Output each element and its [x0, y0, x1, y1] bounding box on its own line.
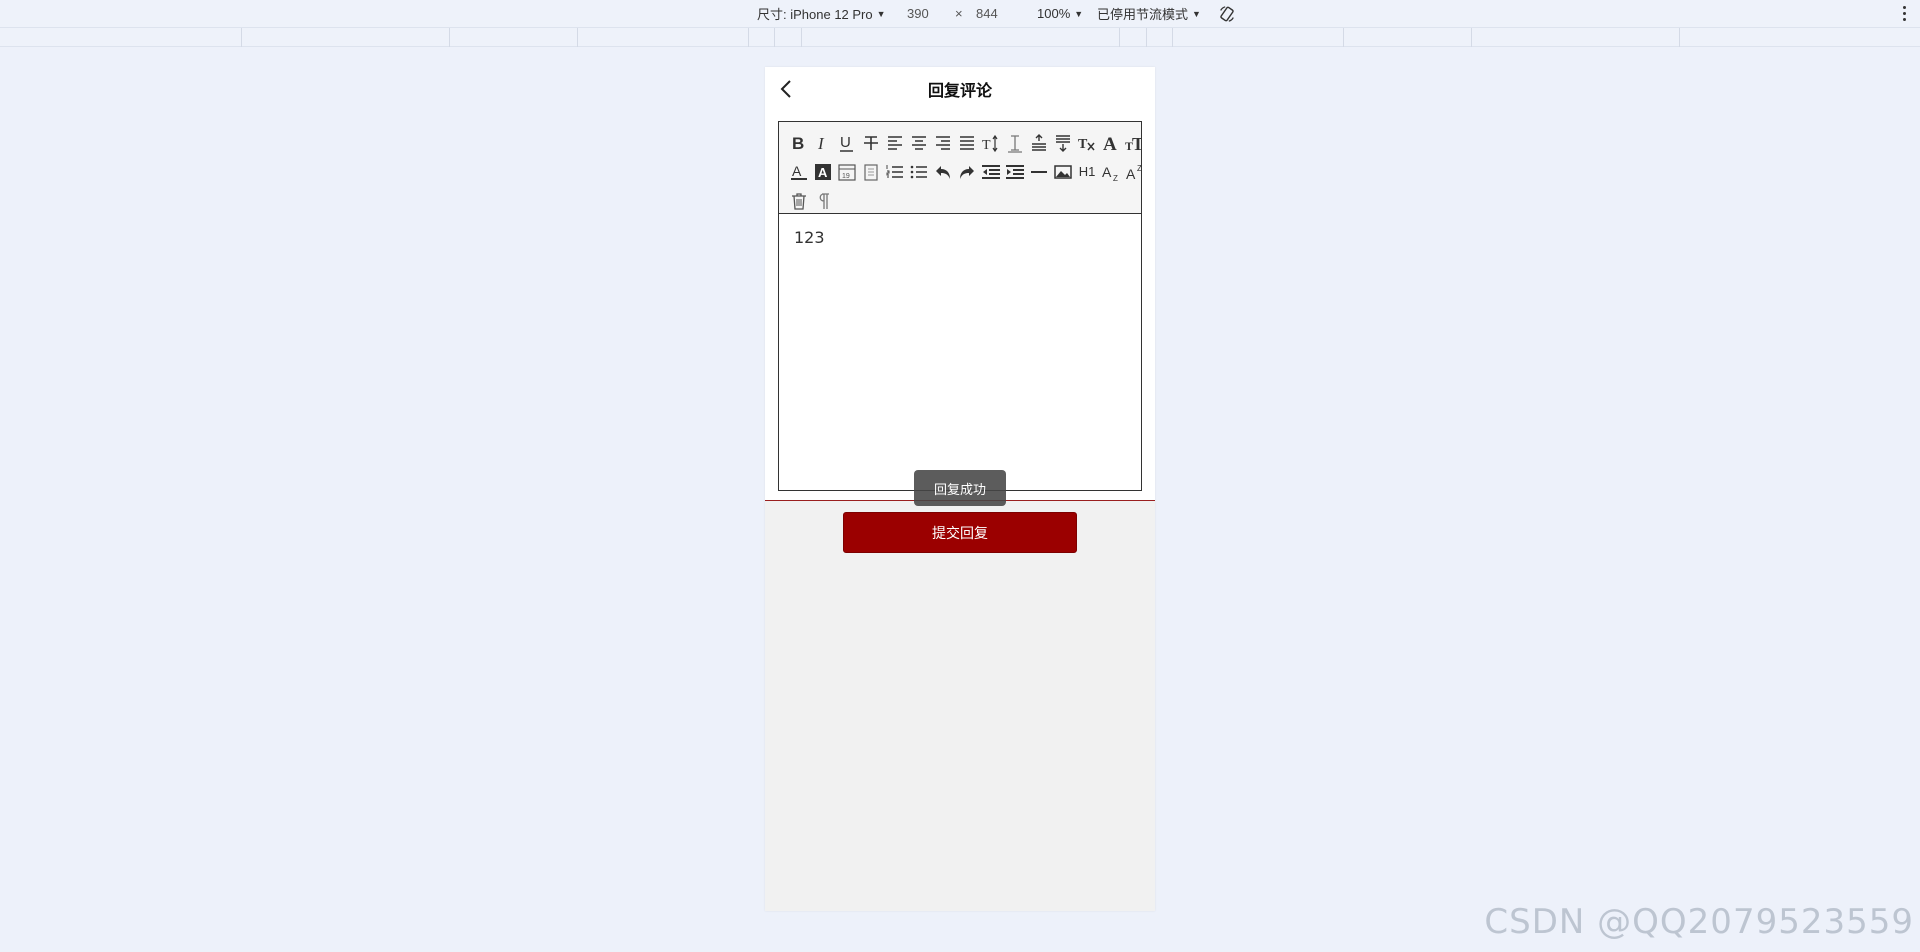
svg-text:T: T [1078, 137, 1088, 152]
rich-text-editor: B I U T T A TT A [778, 121, 1142, 491]
strikethrough-icon[interactable] [859, 131, 883, 155]
date-icon[interactable]: 19 [835, 160, 859, 184]
toolbar-row: A A 19 H1 AZ AZ [787, 157, 1141, 186]
page-title: 回复评论 [927, 83, 992, 100]
h1-icon[interactable]: H1 [1075, 160, 1099, 184]
zoom-select[interactable]: 100% ▼ [1037, 0, 1083, 27]
align-right-icon[interactable] [931, 131, 955, 155]
clear-format-icon[interactable]: T [1075, 131, 1099, 155]
background-color-icon[interactable]: A [811, 160, 835, 184]
paragraph-spacing-after-icon[interactable] [1051, 131, 1075, 155]
undo-icon[interactable] [931, 160, 955, 184]
paragraph-mark-icon[interactable] [811, 189, 835, 213]
more-options-icon[interactable] [1902, 4, 1906, 22]
height-input[interactable]: 844 [976, 0, 998, 27]
paragraph-spacing-before-icon[interactable] [1027, 131, 1051, 155]
font-size-icon[interactable]: T [979, 131, 1003, 155]
watermark: CSDN @QQ2079523559 [1484, 902, 1914, 942]
svg-text:I: I [817, 134, 825, 153]
success-toast: 回复成功 [914, 470, 1006, 506]
svg-text:A: A [792, 163, 802, 179]
delete-icon[interactable] [787, 189, 811, 213]
svg-text:B: B [792, 134, 804, 153]
toolbar-row: B I U T T A TT [787, 128, 1141, 157]
redo-icon[interactable] [955, 160, 979, 184]
chevron-down-icon: ▼ [876, 8, 886, 19]
devtools-device-toolbar: 尺寸: iPhone 12 Pro ▼ 390 × 844 100% ▼ 已停用… [0, 0, 1920, 27]
zoom-label: 100% [1037, 6, 1071, 21]
svg-text:Z: Z [1137, 164, 1141, 173]
underline-icon[interactable]: U [835, 131, 859, 155]
line-height-icon[interactable] [1003, 131, 1027, 155]
superscript-icon[interactable]: AZ [1123, 160, 1141, 184]
svg-text:19: 19 [842, 173, 850, 180]
text-size-icon[interactable]: TT [1123, 131, 1141, 155]
svg-text:Z: Z [1113, 174, 1118, 182]
align-left-icon[interactable] [883, 131, 907, 155]
svg-text:U: U [840, 134, 851, 151]
width-input[interactable]: 390 [907, 0, 929, 27]
svg-text:T: T [1132, 134, 1141, 153]
subscript-icon[interactable]: AZ [1099, 160, 1123, 184]
font-family-icon[interactable]: A [1099, 131, 1123, 155]
submit-area: 提交回复 [765, 501, 1155, 563]
phone-viewport: 回复评论 B I U T T A T A A 19 H1 A Z A 123 提… [765, 67, 1155, 911]
editor-toolbar: B I U T T A TT A [779, 122, 1141, 214]
indent-icon[interactable] [1003, 160, 1027, 184]
device-label: 尺寸: iPhone 12 Pro [757, 7, 873, 22]
throttle-label: 已停用节流模式 [1097, 7, 1189, 22]
toolbar-row [787, 186, 1141, 213]
font-color-icon[interactable]: A [787, 160, 811, 184]
h1-label: H1 [1078, 164, 1096, 179]
svg-text:A: A [1103, 134, 1117, 153]
image-icon[interactable] [1051, 160, 1075, 184]
back-icon[interactable] [775, 77, 799, 101]
horizontal-rule-icon[interactable] [1027, 160, 1051, 184]
svg-text:T: T [982, 138, 991, 153]
device-select[interactable]: 尺寸: iPhone 12 Pro ▼ [757, 0, 886, 27]
media-query-ruler [0, 27, 1920, 47]
outdent-icon[interactable] [979, 160, 1003, 184]
nav-bar: 回复评论 [765, 67, 1155, 111]
bold-icon[interactable]: B [787, 131, 811, 155]
svg-text:A: A [1102, 164, 1112, 180]
chevron-down-icon: ▼ [1192, 8, 1201, 19]
ordered-list-icon[interactable] [883, 160, 907, 184]
clipboard-icon[interactable] [859, 160, 883, 184]
unordered-list-icon[interactable] [907, 160, 931, 184]
editor-content[interactable]: 123 [779, 214, 1141, 261]
submit-reply-button[interactable]: 提交回复 [843, 512, 1077, 553]
align-center-icon[interactable] [907, 131, 931, 155]
italic-icon[interactable]: I [811, 131, 835, 155]
times-sign: × [955, 6, 963, 21]
rotate-button[interactable] [1218, 0, 1236, 27]
svg-text:A: A [1126, 166, 1136, 182]
editor-container: B I U T T A TT A [765, 111, 1155, 500]
rotate-icon [1220, 5, 1234, 22]
chevron-down-icon: ▼ [1074, 8, 1084, 19]
align-justify-icon[interactable] [955, 131, 979, 155]
throttle-select[interactable]: 已停用节流模式 ▼ [1097, 0, 1201, 27]
svg-text:A: A [818, 165, 828, 180]
